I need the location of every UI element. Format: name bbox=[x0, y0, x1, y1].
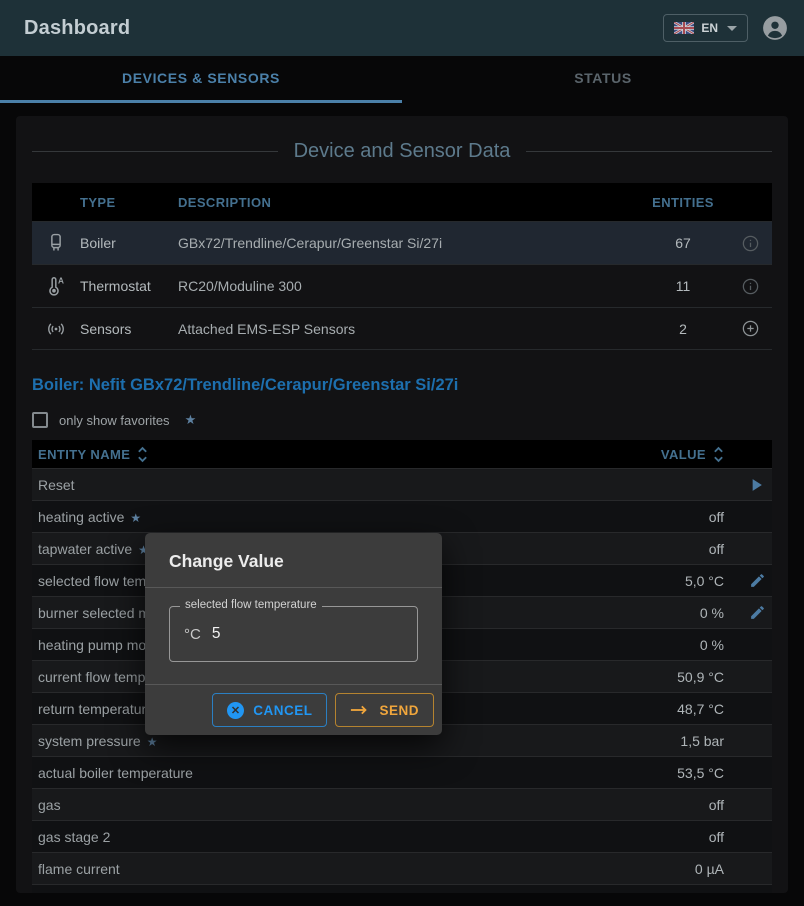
entity-name: Reset bbox=[38, 477, 724, 493]
cancel-button[interactable]: ✕ CANCEL bbox=[212, 693, 327, 727]
favorites-label: only show favorites bbox=[59, 413, 170, 428]
tab-bar: DEVICES & SENSORS STATUS bbox=[0, 56, 804, 103]
language-selector[interactable]: EN bbox=[663, 14, 748, 42]
favorite-star-icon: ★ bbox=[130, 511, 141, 525]
dialog-title: Change Value bbox=[145, 533, 442, 588]
col-type: TYPE bbox=[80, 195, 178, 210]
entity-value: off bbox=[709, 509, 724, 525]
device-description: RC20/Moduline 300 bbox=[178, 278, 638, 294]
cancel-button-label: CANCEL bbox=[253, 703, 312, 718]
unit-adornment: °C bbox=[184, 626, 201, 643]
tab-status[interactable]: STATUS bbox=[402, 56, 804, 103]
cancel-icon: ✕ bbox=[227, 702, 244, 719]
device-entities-count: 2 bbox=[638, 321, 728, 337]
person-icon bbox=[762, 15, 788, 41]
dialog-body: selected flow temperature °C 5 bbox=[145, 588, 442, 684]
entity-name: heating pump bbox=[38, 893, 709, 894]
sort-icon bbox=[137, 446, 148, 463]
favorite-star-icon: ★ bbox=[147, 735, 158, 749]
value-input[interactable]: selected flow temperature °C 5 bbox=[169, 606, 418, 662]
entity-value: off bbox=[709, 893, 724, 894]
svg-text:A: A bbox=[58, 277, 64, 286]
page-title: Dashboard bbox=[24, 17, 663, 40]
device-table-body: BoilerGBx72/Trendline/Cerapur/Greenstar … bbox=[32, 221, 772, 350]
uk-flag-icon bbox=[674, 22, 694, 34]
entity-value: 0 % bbox=[700, 637, 724, 653]
entity-name: gas stage 2 bbox=[38, 829, 709, 845]
entity-value: off bbox=[709, 541, 724, 557]
favorites-checkbox[interactable] bbox=[32, 412, 48, 428]
app-bar: Dashboard EN bbox=[0, 0, 804, 56]
device-row-sensors[interactable]: SensorsAttached EMS-ESP Sensors2 bbox=[32, 307, 772, 350]
entity-name: gas bbox=[38, 797, 709, 813]
entity-value: 50,9 °C bbox=[677, 669, 724, 685]
entity-value: 5,0 °C bbox=[685, 573, 724, 589]
entity-value: 0 % bbox=[700, 605, 724, 621]
entity-value: 0 µA bbox=[695, 861, 724, 877]
sensors-icon bbox=[32, 318, 80, 340]
sort-icon bbox=[713, 446, 724, 463]
device-description: Attached EMS-ESP Sensors bbox=[178, 321, 638, 337]
entity-row: flame current0 µA bbox=[32, 852, 772, 884]
entity-value: 1,5 bar bbox=[680, 733, 724, 749]
entity-row[interactable]: Reset bbox=[32, 468, 772, 500]
value-input-text: 5 bbox=[212, 625, 221, 643]
send-button[interactable]: SEND bbox=[335, 693, 434, 727]
device-type: Sensors bbox=[80, 321, 178, 337]
device-type: Thermostat bbox=[80, 278, 178, 294]
value-input-label: selected flow temperature bbox=[180, 599, 322, 611]
send-button-label: SEND bbox=[379, 703, 419, 718]
entity-name: heating active★ bbox=[38, 509, 709, 525]
main-card: Device and Sensor Data TYPE DESCRIPTION … bbox=[16, 116, 788, 893]
entity-row: heating pumpoff bbox=[32, 884, 772, 893]
boiler-section-title: Boiler: Nefit GBx72/Trendline/Cerapur/Gr… bbox=[32, 376, 772, 395]
favorites-filter: only show favorites ★ bbox=[32, 412, 772, 428]
device-row-boiler[interactable]: BoilerGBx72/Trendline/Cerapur/Greenstar … bbox=[32, 221, 772, 264]
sort-value[interactable]: VALUE bbox=[661, 446, 724, 463]
language-label: EN bbox=[701, 21, 718, 35]
device-entities-count: 11 bbox=[638, 278, 728, 294]
col-entities: ENTITIES bbox=[638, 195, 728, 210]
add-circle-icon[interactable] bbox=[728, 319, 772, 338]
edit-pencil-icon[interactable] bbox=[736, 604, 766, 621]
tab-devices-sensors[interactable]: DEVICES & SENSORS bbox=[0, 56, 402, 103]
col-entity-name: ENTITY NAME bbox=[38, 447, 130, 462]
entity-value: off bbox=[709, 797, 724, 813]
entity-row: gas stage 2off bbox=[32, 820, 772, 852]
entity-value: off bbox=[709, 829, 724, 845]
device-entities-count: 67 bbox=[638, 235, 728, 251]
run-command-icon[interactable] bbox=[736, 475, 766, 495]
sort-entity-name[interactable]: ENTITY NAME bbox=[38, 446, 661, 463]
entity-table-header: ENTITY NAME VALUE bbox=[32, 440, 772, 468]
info-icon[interactable] bbox=[728, 277, 772, 296]
boiler-icon bbox=[32, 232, 80, 254]
info-icon[interactable] bbox=[728, 234, 772, 253]
entity-value: 53,5 °C bbox=[677, 765, 724, 781]
dialog-actions: ✕ CANCEL SEND bbox=[145, 684, 442, 735]
entity-row: actual boiler temperature53,5 °C bbox=[32, 756, 772, 788]
device-description: GBx72/Trendline/Cerapur/Greenstar Si/27i bbox=[178, 235, 638, 251]
device-type: Boiler bbox=[80, 235, 178, 251]
entity-row: gasoff bbox=[32, 788, 772, 820]
arrow-right-icon bbox=[350, 704, 370, 716]
device-row-thermostat[interactable]: A ThermostatRC20/Moduline 30011 bbox=[32, 264, 772, 307]
chevron-down-icon bbox=[727, 26, 737, 31]
entity-value: 48,7 °C bbox=[677, 701, 724, 717]
account-avatar[interactable] bbox=[762, 15, 788, 41]
entity-row: heating active★off bbox=[32, 500, 772, 532]
device-table-header: TYPE DESCRIPTION ENTITIES bbox=[32, 183, 772, 221]
section-title: Device and Sensor Data bbox=[32, 140, 772, 163]
star-icon: ★ bbox=[185, 412, 197, 428]
change-value-dialog: Change Value selected flow temperature °… bbox=[145, 533, 442, 735]
entity-name: flame current bbox=[38, 861, 695, 877]
entity-name: actual boiler temperature bbox=[38, 765, 677, 781]
thermostat-icon: A bbox=[32, 275, 80, 297]
col-value: VALUE bbox=[661, 447, 706, 462]
edit-pencil-icon[interactable] bbox=[736, 572, 766, 589]
col-description: DESCRIPTION bbox=[178, 195, 638, 210]
